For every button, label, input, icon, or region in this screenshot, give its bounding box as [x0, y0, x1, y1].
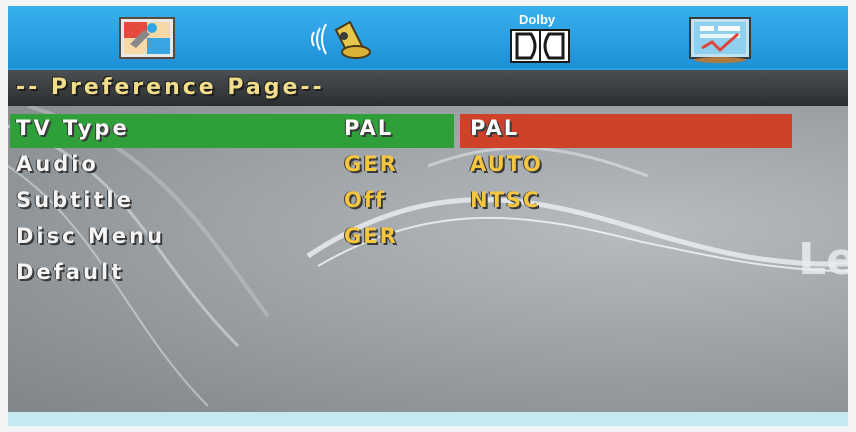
menu-row-default[interactable]: Default — [8, 258, 848, 292]
menu-row-value: PAL — [344, 116, 394, 140]
menu-row-label: TV Type — [16, 116, 130, 140]
menu-row-label: Disc Menu — [16, 224, 165, 248]
menu-row-label: Subtitle — [16, 188, 134, 212]
tab-audio-setup[interactable] — [304, 12, 388, 66]
bottom-strip — [8, 412, 848, 426]
menu-row-disc-menu[interactable]: Disc Menu GER — [8, 222, 848, 256]
dolby-label: Dolby — [519, 12, 556, 27]
menu-row-value: GER — [344, 152, 398, 176]
tab-bar: Dolby — [8, 6, 848, 68]
menu-row-audio[interactable]: Audio GER AUTO — [8, 150, 848, 184]
preference-chart-icon — [689, 17, 751, 63]
page-header: -- Preference Page-- — [8, 70, 848, 106]
page-title: -- Preference Page-- — [16, 75, 325, 100]
menu-row-tv-type[interactable]: TV Type PAL PAL — [8, 114, 848, 148]
menu-row-value: Off — [344, 188, 387, 212]
menu-row-value: GER — [344, 224, 398, 248]
tab-preference-setup[interactable] — [680, 12, 764, 66]
option-auto[interactable]: AUTO — [470, 152, 543, 176]
osd-screen: Dolby -- Preference Page-- TV Type PAL P… — [8, 6, 848, 426]
settings-panel: TV Type PAL PAL Audio GER AUTO Subtitle … — [8, 106, 848, 412]
option-pal[interactable]: PAL — [470, 116, 519, 140]
speaker-icon — [311, 20, 371, 59]
menu-row-subtitle[interactable]: Subtitle Off NTSC — [8, 186, 848, 220]
menu-row-label: Audio — [16, 152, 99, 176]
tab-general-setup[interactable] — [106, 12, 190, 66]
menu-row-label: Default — [16, 260, 125, 284]
dolby-logo-icon: Dolby — [503, 12, 577, 64]
tab-dolby-setup[interactable]: Dolby — [498, 12, 582, 66]
settings-picture-icon — [119, 17, 175, 59]
brand-watermark: Le — [798, 234, 848, 285]
option-ntsc[interactable]: NTSC — [470, 188, 540, 212]
